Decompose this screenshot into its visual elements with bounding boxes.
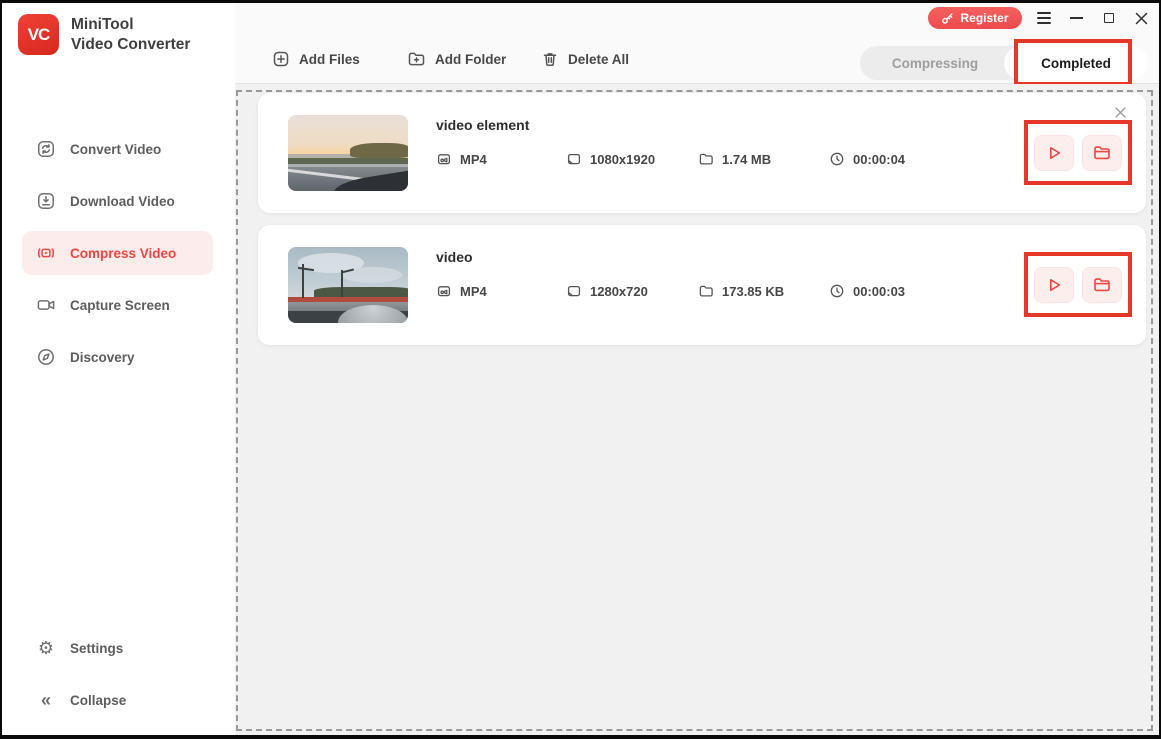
logo-badge: VC (28, 25, 50, 45)
collapse-icon: « (36, 691, 56, 709)
maximize-icon (1104, 13, 1114, 23)
sidebar-item-label: Convert Video (70, 142, 161, 157)
delete-all-button[interactable]: Delete All (541, 50, 629, 68)
trash-icon (541, 50, 559, 68)
add-files-button[interactable]: Add Files (272, 50, 360, 68)
minimize-button[interactable] (1065, 8, 1087, 28)
app-title-line1: MiniTool (71, 15, 190, 35)
folder-icon (698, 283, 714, 299)
video-file-icon (436, 283, 452, 299)
app-title-line2: Video Converter (71, 35, 190, 55)
discovery-icon (36, 347, 56, 367)
play-icon (1044, 275, 1064, 295)
add-folder-button[interactable]: Add Folder (407, 50, 506, 68)
file-resolution: 1080x1920 (566, 151, 655, 167)
video-file-icon (436, 151, 452, 167)
resolution-icon (566, 151, 582, 167)
convert-icon (36, 139, 56, 159)
folder-icon (1092, 275, 1112, 295)
file-format: MP4 (436, 151, 487, 167)
file-size: 173.85 KB (698, 283, 784, 299)
add-folder-label: Add Folder (435, 52, 506, 67)
hamburger-menu-icon (1037, 12, 1051, 24)
tab-compressing-label: Compressing (892, 56, 978, 71)
sidebar-item-convert-video[interactable]: Convert Video (22, 127, 213, 171)
sidebar-item-collapse[interactable]: « Collapse (22, 678, 213, 722)
register-button[interactable]: Register (928, 7, 1022, 29)
play-icon (1044, 143, 1064, 163)
maximize-button[interactable] (1098, 8, 1120, 28)
add-files-label: Add Files (299, 52, 360, 67)
delete-all-label: Delete All (568, 52, 629, 67)
file-format: MP4 (436, 283, 487, 299)
sidebar-item-discovery[interactable]: Discovery (22, 335, 213, 379)
sidebar: VC MiniTool Video Converter Convert Vide… (2, 3, 235, 735)
remove-file-button[interactable] (1114, 103, 1132, 121)
clock-icon (829, 151, 845, 167)
topbar: Register Add Files (235, 3, 1159, 84)
resolution-icon (566, 283, 582, 299)
compress-icon (36, 243, 56, 263)
sidebar-item-download-video[interactable]: Download Video (22, 179, 213, 223)
video-thumbnail (288, 115, 408, 191)
sidebar-item-label: Capture Screen (70, 298, 170, 313)
play-button[interactable] (1034, 135, 1074, 171)
key-icon (941, 12, 954, 25)
add-files-icon (272, 50, 290, 68)
sidebar-item-label: Discovery (70, 350, 135, 365)
register-label: Register (960, 11, 1008, 25)
menu-button[interactable] (1033, 8, 1055, 28)
app-window: VC MiniTool Video Converter Convert Vide… (0, 0, 1161, 739)
file-row: video element MP4 (258, 93, 1146, 213)
completed-list-panel: video element MP4 (235, 84, 1159, 735)
file-size: 1.74 MB (698, 151, 771, 167)
tab-group: Compressing Completed (860, 46, 1148, 80)
sidebar-item-label: Compress Video (70, 246, 176, 261)
close-button[interactable] (1130, 8, 1152, 28)
brand: VC MiniTool Video Converter (18, 14, 190, 55)
play-button[interactable] (1034, 267, 1074, 303)
open-folder-button[interactable] (1082, 267, 1122, 303)
file-duration: 00:00:03 (829, 283, 905, 299)
sidebar-item-compress-video[interactable]: Compress Video (22, 231, 213, 275)
video-thumbnail (288, 247, 408, 323)
sidebar-item-label: Settings (70, 641, 123, 656)
file-row: video MP4 1280x72 (258, 225, 1146, 345)
sidebar-item-label: Download Video (70, 194, 175, 209)
tab-compressing[interactable]: Compressing (860, 46, 1010, 80)
file-name: video (436, 249, 473, 265)
app-title: MiniTool Video Converter (71, 15, 190, 55)
sidebar-item-label: Collapse (70, 693, 126, 708)
clock-icon (829, 283, 845, 299)
capture-icon (36, 295, 56, 315)
download-icon (36, 191, 56, 211)
folder-icon (698, 151, 714, 167)
sidebar-item-settings[interactable]: ⚙ Settings (22, 626, 213, 670)
file-duration: 00:00:04 (829, 151, 905, 167)
minimize-icon (1070, 17, 1083, 19)
tab-completed[interactable]: Completed (1004, 46, 1148, 80)
add-folder-icon (407, 50, 426, 68)
sidebar-item-capture-screen[interactable]: Capture Screen (22, 283, 213, 327)
open-folder-button[interactable] (1082, 135, 1122, 171)
tab-completed-label: Completed (1041, 56, 1111, 71)
file-resolution: 1280x720 (566, 283, 648, 299)
settings-icon: ⚙ (36, 639, 56, 657)
folder-icon (1092, 143, 1112, 163)
close-icon (1114, 106, 1132, 119)
close-icon (1135, 12, 1148, 25)
app-logo-icon: VC (18, 14, 59, 55)
file-name: video element (436, 117, 529, 133)
